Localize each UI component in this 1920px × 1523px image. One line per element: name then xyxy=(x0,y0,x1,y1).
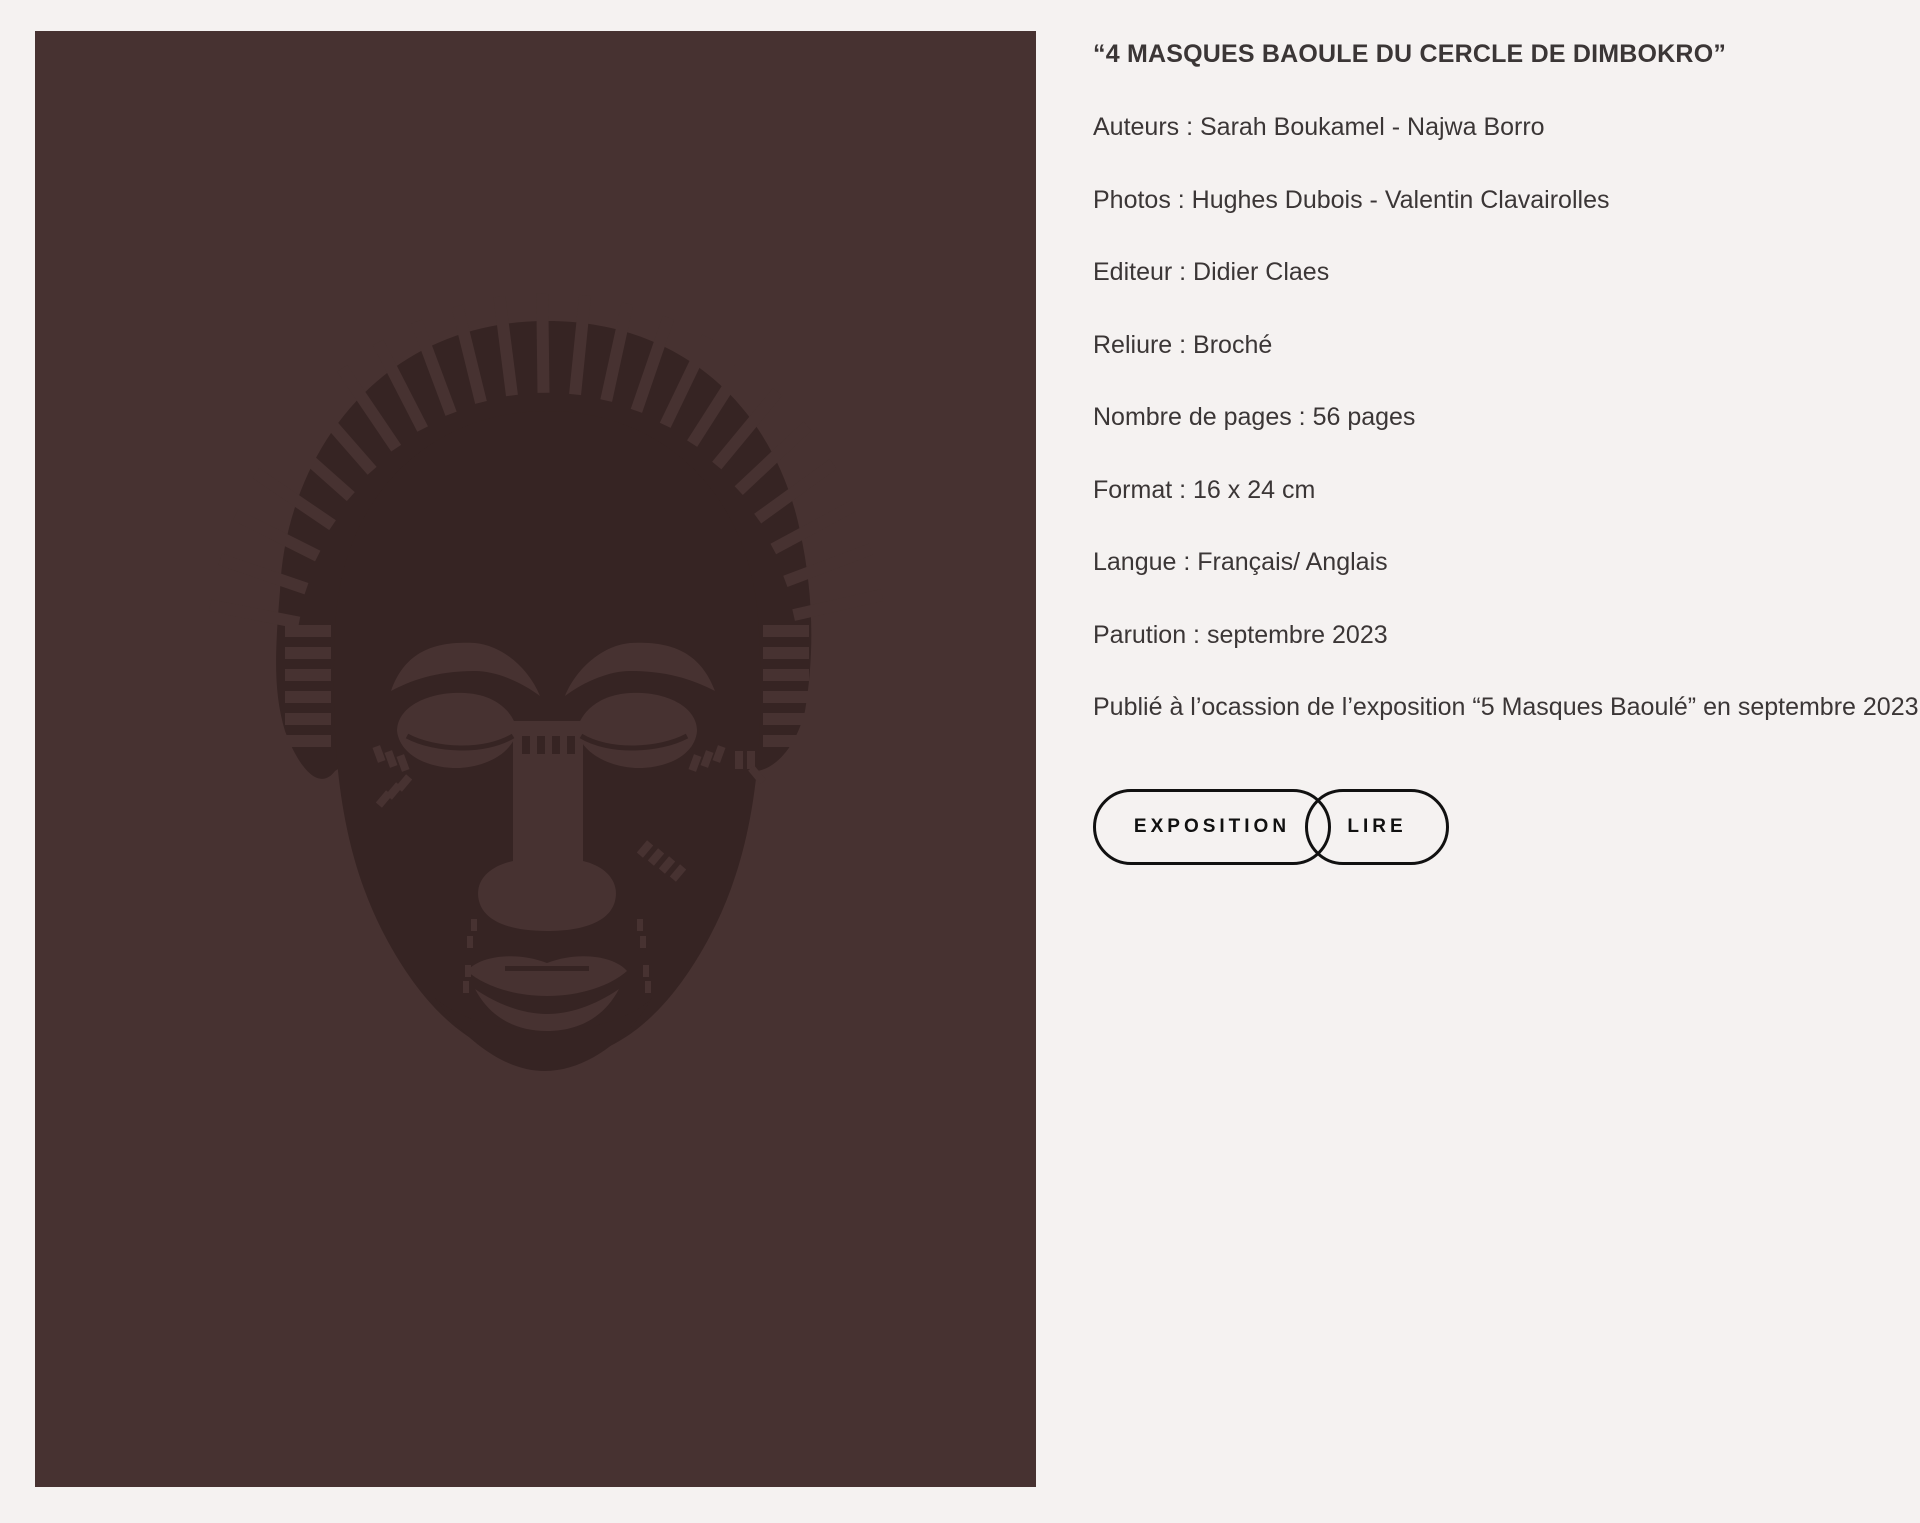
book-cover xyxy=(35,31,1036,1487)
detail-page-count: Nombre de pages : 56 pages xyxy=(1093,403,1416,431)
hair-stripe xyxy=(536,292,550,393)
book-title: “4 MASQUES BAOULE DU CERCLE DE DIMBOKRO” xyxy=(1093,40,1727,68)
action-buttons: EXPOSITION LIRE xyxy=(1093,789,1453,865)
book-details: “4 MASQUES BAOULE DU CERCLE DE DIMBOKRO”… xyxy=(1093,30,1919,731)
baule-mask-icon xyxy=(209,292,884,1071)
detail-release: Parution : septembre 2023 xyxy=(1093,620,1388,649)
detail-format: Format : 16 x 24 cm xyxy=(1093,475,1316,504)
detail-publisher: Editeur : Didier Claes xyxy=(1093,258,1330,286)
detail-photos: Photos : Hughes Dubois - Valentin Clavai… xyxy=(1093,185,1610,214)
exposition-button[interactable]: EXPOSITION xyxy=(1093,789,1331,865)
detail-authors: Auteurs : Sarah Boukamel - Najwa Borro xyxy=(1093,113,1545,141)
lire-button[interactable]: LIRE xyxy=(1305,789,1449,865)
detail-publication-note: Publié à l’ocassion de l’exposition “5 M… xyxy=(1093,693,1919,721)
detail-language: Langue : Français/ Anglais xyxy=(1093,548,1388,576)
detail-binding: Reliure : Broché xyxy=(1093,330,1273,359)
